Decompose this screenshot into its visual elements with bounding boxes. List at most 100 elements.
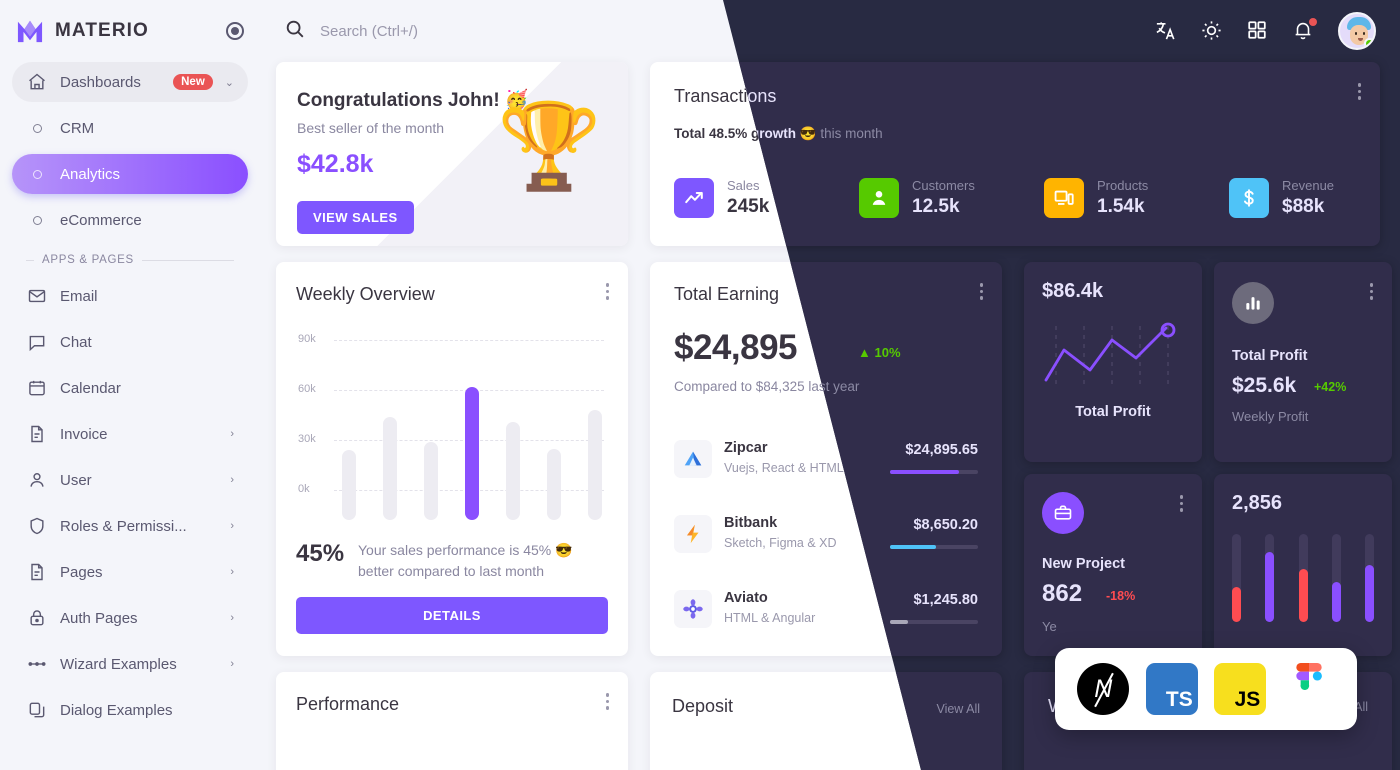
stat-revenue: Revenue $88k — [1229, 177, 1400, 218]
sidebar-item-analytics[interactable]: Analytics — [12, 154, 248, 194]
deposit-view-all[interactable]: View All — [936, 702, 980, 716]
user-icon — [859, 177, 899, 218]
trophy-icon: 🏆 — [497, 99, 602, 193]
sidebar-item-email[interactable]: Email — [12, 276, 248, 316]
bitbank-logo — [674, 515, 712, 553]
sidebar-item-calendar[interactable]: Calendar — [12, 368, 248, 408]
file-text-icon — [26, 561, 48, 583]
trending-up-icon — [674, 177, 714, 218]
javascript-logo[interactable]: JS — [1214, 663, 1267, 715]
earning-row-amount: $8,650.20 — [913, 517, 978, 533]
transactions-menu-icon[interactable] — [1355, 80, 1365, 103]
new-project-caption: Ye — [1042, 619, 1057, 634]
stat-label: Sales — [727, 178, 760, 193]
mail-icon — [26, 285, 48, 307]
earning-amount: $24,895 — [674, 328, 798, 367]
translate-icon[interactable] — [1154, 19, 1178, 43]
sidebar-item-label: eCommerce — [60, 211, 142, 229]
stat-value: 1.54k — [1097, 195, 1145, 217]
new-project-menu-icon[interactable] — [1177, 492, 1187, 515]
chevron-right-icon[interactable]: › — [230, 428, 234, 440]
topbar-actions — [1154, 12, 1376, 50]
grid-apps-icon[interactable] — [1246, 19, 1270, 43]
earning-row-sub: Sketch, Figma & XD — [724, 536, 837, 550]
weekly-menu-icon[interactable] — [603, 280, 613, 303]
sidebar-item-roles-permissi-[interactable]: Roles & Permissi... › — [12, 506, 248, 546]
weekly-profit-caption: Weekly Profit — [1232, 409, 1309, 424]
weekly-profit-card: Total Profit $25.6k +42% Weekly Profit — [1214, 262, 1392, 462]
chevron-right-icon[interactable]: › — [230, 658, 234, 670]
sidebar-item-label: Dashboards — [60, 73, 141, 91]
search-input[interactable]: Search (Ctrl+/) — [320, 23, 418, 40]
sidebar-item-dialog-examples[interactable]: Dialog Examples — [12, 690, 248, 730]
sidebar-item-invoice[interactable]: Invoice › — [12, 414, 248, 454]
view-sales-button[interactable]: VIEW SALES — [297, 201, 414, 234]
weekly-profit-menu-icon[interactable] — [1367, 280, 1377, 303]
chevron-right-icon[interactable]: › — [230, 474, 234, 486]
sidebar-item-label: Analytics — [60, 165, 121, 183]
new-project-title: New Project — [1042, 556, 1125, 572]
earning-title: Total Earning — [674, 284, 780, 304]
weekly-profit-title: Total Profit — [1232, 348, 1308, 364]
sidebar-item-wizard-examples[interactable]: Wizard Examples › — [12, 644, 248, 684]
briefcase-icon — [1042, 492, 1084, 534]
brand-header: MATERIO — [0, 0, 260, 62]
new-project-change: -18% — [1106, 589, 1136, 603]
earning-row-name: Zipcar — [724, 440, 768, 456]
chevron-right-icon[interactable]: › — [230, 566, 234, 578]
earning-row-name: Aviato — [724, 590, 768, 606]
chevron-down-icon[interactable]: ⌄ — [225, 76, 234, 89]
sidebar-item-crm[interactable]: CRM — [12, 108, 248, 148]
chat-icon — [26, 331, 48, 353]
brightness-sun-icon[interactable] — [1200, 19, 1224, 43]
performance-title: Performance — [296, 694, 400, 714]
figma-logo[interactable] — [1283, 663, 1335, 715]
typescript-logo[interactable]: TS — [1145, 663, 1198, 715]
total-profit-value: $86.4k — [1042, 280, 1104, 302]
sidebar-item-user[interactable]: User › — [12, 460, 248, 500]
sidebar-item-label: User — [60, 471, 92, 489]
aviato-logo — [674, 590, 712, 628]
chevron-right-icon[interactable]: › — [230, 520, 234, 532]
zipcar-logo — [674, 440, 712, 478]
notification-badge — [1309, 18, 1317, 26]
sidebar-item-auth-pages[interactable]: Auth Pages › — [12, 598, 248, 638]
earning-row-sub: HTML & Angular — [724, 611, 816, 625]
sidebar-item-label: CRM — [60, 119, 95, 137]
sidebar-item-label: Invoice — [60, 425, 108, 443]
nextjs-logo[interactable]: N — [1077, 663, 1130, 715]
sidebar-item-dashboards[interactable]: Dashboards New ⌄ — [12, 62, 248, 102]
chevron-right-icon[interactable]: › — [230, 612, 234, 624]
home-icon — [26, 71, 48, 93]
brand-name: MATERIO — [55, 20, 149, 41]
earning-row-name: Bitbank — [724, 515, 778, 531]
earning-row-amount: $1,245.80 — [913, 592, 978, 608]
user-avatar[interactable] — [1338, 12, 1376, 50]
circle-dot-icon[interactable] — [226, 22, 244, 40]
mini-bar-3 — [1298, 534, 1308, 622]
earning-menu-icon[interactable] — [977, 280, 987, 303]
total-profit-caption: Total Profit — [1075, 404, 1151, 420]
circle-outline-icon — [26, 209, 48, 231]
weekly-overview-card: Weekly Overview 0k 30k 60k 90k 45% Your … — [276, 262, 628, 656]
bell-notification-icon[interactable] — [1292, 18, 1317, 43]
earning-row-progress — [890, 620, 978, 624]
y-tick-label: 0k — [298, 483, 310, 495]
performance-menu-icon[interactable] — [603, 690, 613, 713]
weekly-percent: 45% — [296, 540, 345, 567]
earning-row-amount: $24,895.65 — [905, 442, 978, 458]
sidebar-item-ecommerce[interactable]: eCommerce — [12, 200, 248, 240]
sidebar-item-label: Chat — [60, 333, 92, 351]
earning-growth: ▲ 10% — [858, 345, 901, 360]
sidebar-item-chat[interactable]: Chat — [12, 322, 248, 362]
sidebar-item-pages[interactable]: Pages › — [12, 552, 248, 592]
details-button[interactable]: DETAILS — [296, 597, 608, 634]
sidebar-item-label: Pages — [60, 563, 103, 581]
weekly-profit-value: $25.6k — [1232, 374, 1297, 397]
dollar-icon — [1229, 177, 1269, 218]
congrats-subtitle: Best seller of the month — [297, 120, 445, 136]
circle-outline-icon — [26, 163, 48, 185]
y-tick-label: 90k — [298, 333, 316, 345]
total-profit-card: $86.4k Total Profit — [1024, 262, 1202, 462]
stat-customers: Customers 12.5k — [859, 177, 1044, 218]
